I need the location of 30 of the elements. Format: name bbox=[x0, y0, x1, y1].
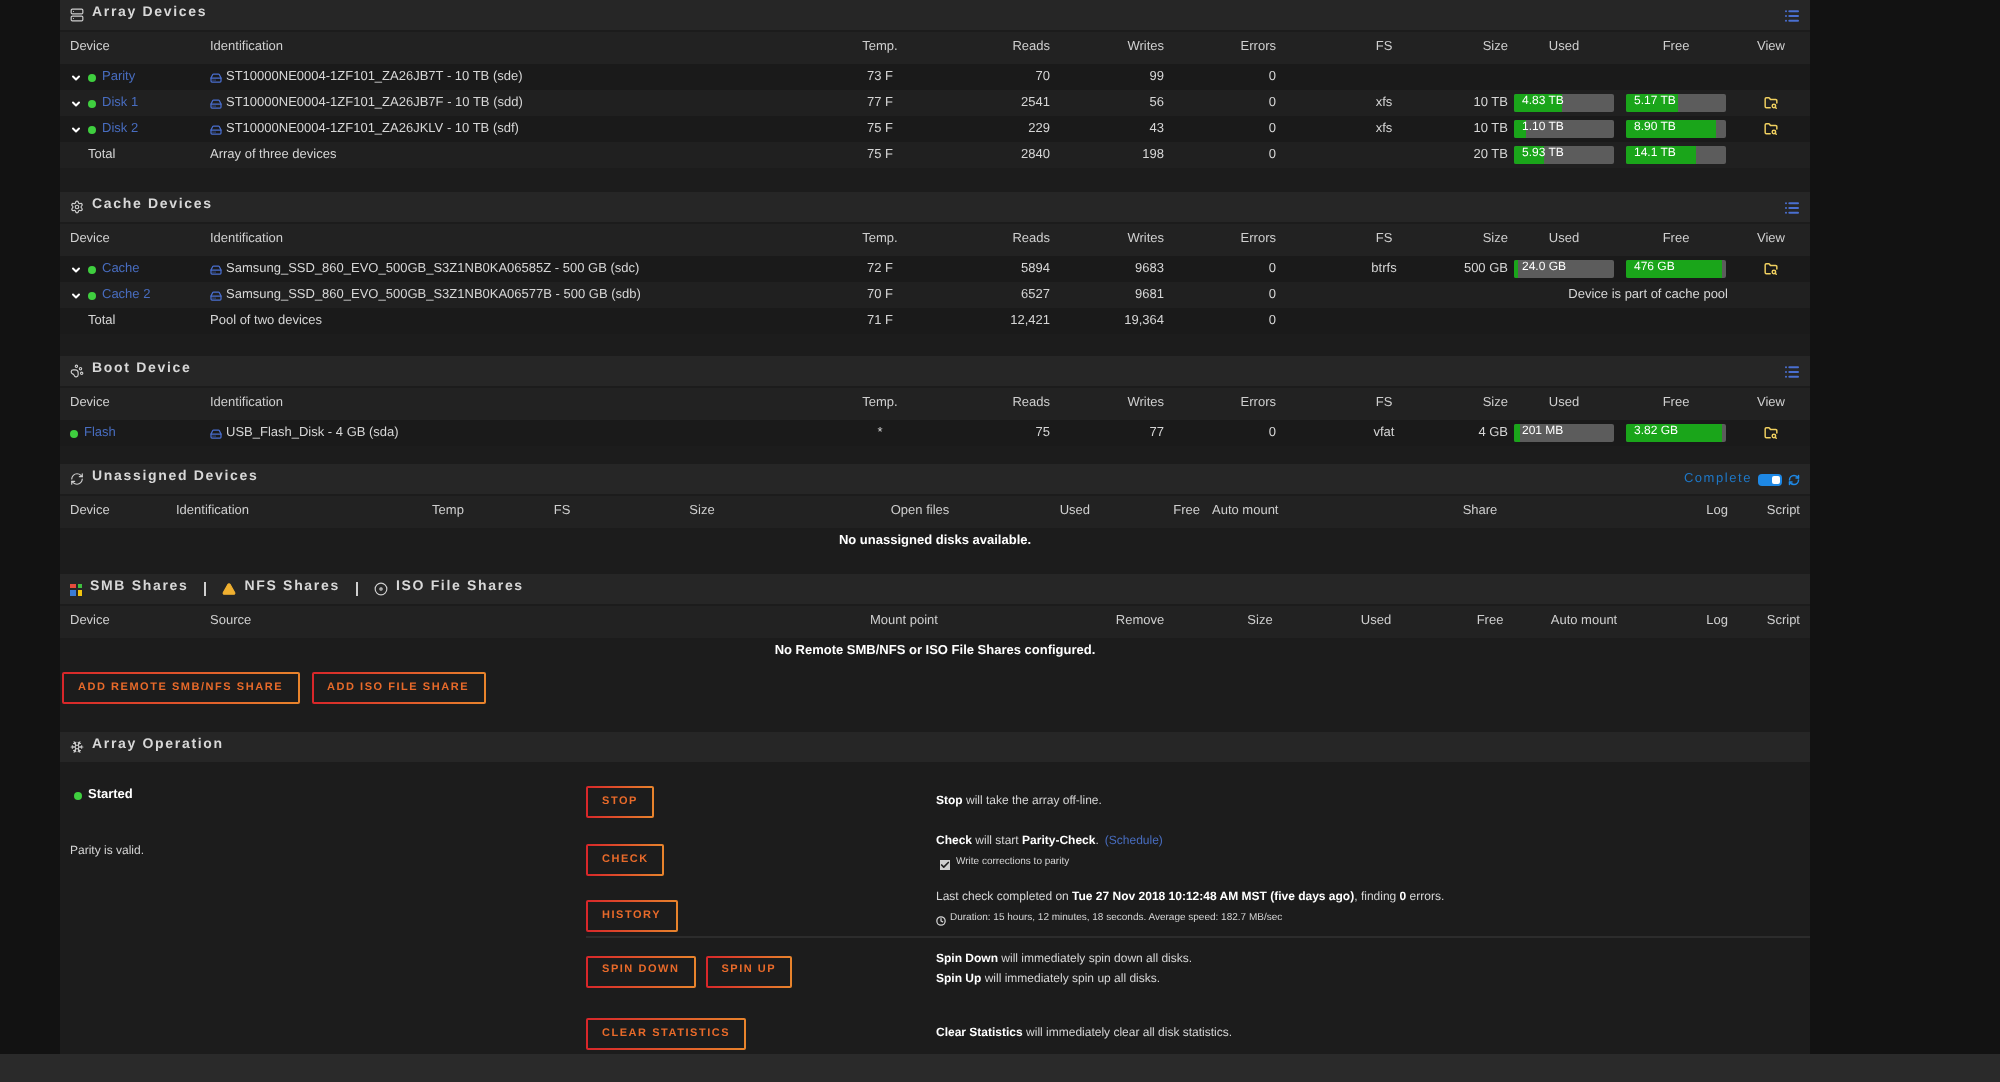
gear-icon bbox=[70, 200, 84, 214]
view-icon[interactable] bbox=[1764, 262, 1778, 276]
list-view-icon[interactable] bbox=[1784, 7, 1800, 23]
caret-icon[interactable] bbox=[70, 97, 82, 109]
snowflake-icon bbox=[70, 740, 84, 754]
drive-icon bbox=[210, 71, 222, 83]
caret-icon[interactable] bbox=[70, 263, 82, 275]
list-view-icon[interactable] bbox=[1784, 199, 1800, 215]
clock-icon bbox=[936, 915, 946, 925]
view-icon[interactable] bbox=[1764, 426, 1778, 440]
drive-icon bbox=[210, 97, 222, 109]
view-icon[interactable] bbox=[1764, 96, 1778, 110]
caret-icon[interactable] bbox=[70, 123, 82, 135]
refresh-icon[interactable] bbox=[1788, 473, 1800, 485]
caret-icon[interactable] bbox=[70, 289, 82, 301]
drive-icon bbox=[210, 289, 222, 301]
drive-icon bbox=[210, 427, 222, 439]
array-icon bbox=[70, 8, 84, 22]
caret-icon[interactable] bbox=[70, 71, 82, 83]
paw-icon bbox=[70, 364, 84, 378]
drive-icon bbox=[210, 263, 222, 275]
checkbox[interactable] bbox=[940, 859, 950, 869]
recycle-icon bbox=[70, 472, 84, 486]
disc-icon bbox=[373, 582, 388, 596]
toggle-switch[interactable] bbox=[1758, 473, 1782, 485]
list-view-icon[interactable] bbox=[1784, 363, 1800, 379]
drive-icon bbox=[210, 123, 222, 135]
cone-icon bbox=[222, 582, 237, 596]
view-icon[interactable] bbox=[1764, 122, 1778, 136]
windows-icon bbox=[70, 583, 82, 595]
